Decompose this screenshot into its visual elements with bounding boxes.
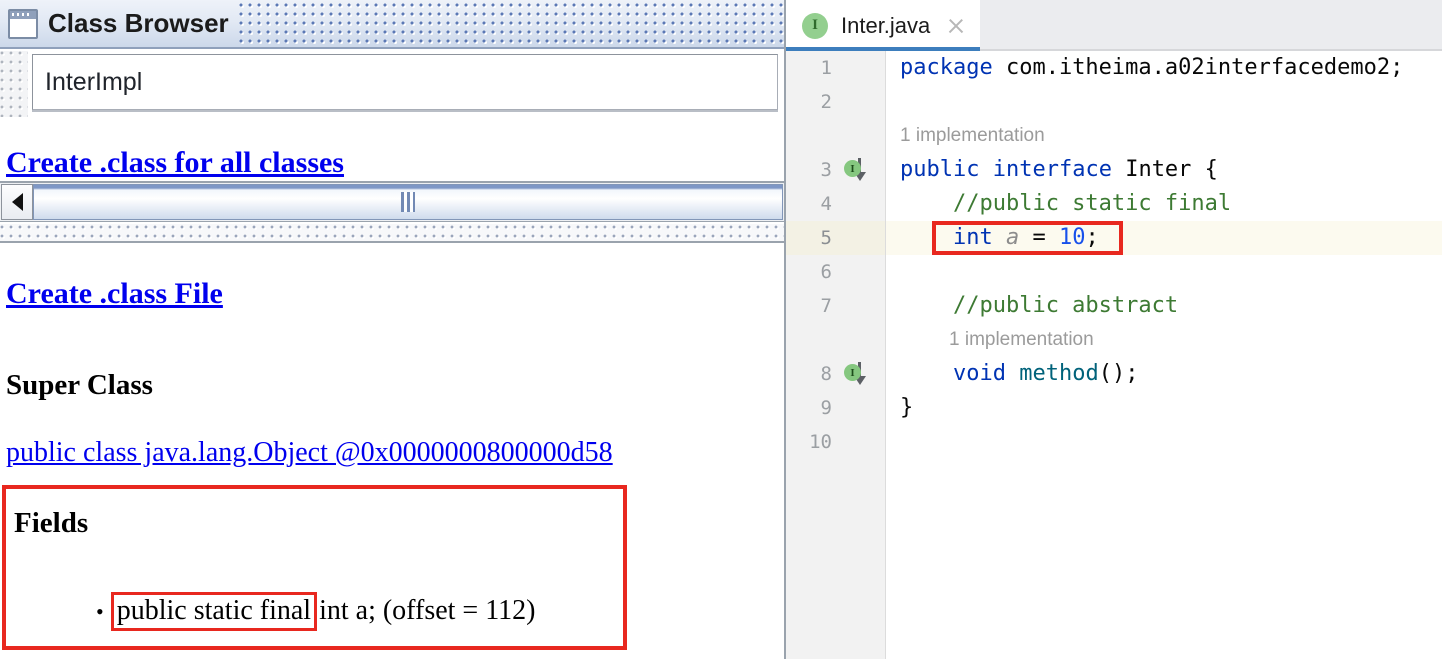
tab-inter-java[interactable]: I Inter.java [786,0,981,51]
code-line-6[interactable] [886,255,1442,289]
code-token: package [900,55,993,80]
code-token: method [1019,361,1099,386]
code-token: 10 [1058,225,1086,250]
gutter-spacer [786,323,885,357]
create-class-file-link[interactable]: Create .class File [6,277,223,311]
gutter-line-10[interactable]: 10 [786,425,885,459]
horizontal-scrollbar[interactable] [0,181,784,222]
toolbar-grip-handle[interactable] [0,51,28,117]
gutter-line-6[interactable]: 6 [786,255,885,289]
code-line-8[interactable]: void method(); [886,357,1442,391]
gutter-line-2[interactable]: 2 [786,85,885,119]
super-class-heading: Super Class [6,369,153,401]
editor-gutter[interactable]: 1 2 3 I 4 5 6 7 8 I 9 10 [786,51,886,659]
gutter-line-9[interactable]: 9 [786,391,885,425]
code-line-7[interactable]: //public abstract [886,289,1442,323]
scrollbar-track[interactable] [33,184,783,220]
fields-annotation-box: Fields • public static final int a; (off… [2,485,627,650]
fields-heading: Fields [14,507,89,539]
code-token: int [952,225,993,250]
gutter-line-7[interactable]: 7 [786,289,885,323]
code-token: } [900,395,914,420]
field-declaration-rest: int a; (offset = 112) [319,595,536,626]
line-number: 6 [820,261,832,283]
code-editor-panel: I Inter.java 1 2 3 I 4 5 6 7 8 I 9 10 package com.i… [786,0,1442,659]
line-number: 1 [820,57,832,79]
inlay-hint-implementation[interactable]: 1 implementation [886,323,1442,357]
scrollbar-thumb[interactable] [33,184,783,220]
line-number: 2 [820,91,832,113]
implemented-marker-icon[interactable]: I [844,157,876,183]
code-token: void [952,361,1006,386]
gutter-spacer [786,119,885,153]
inlay-hint-implementation[interactable]: 1 implementation [886,119,1442,153]
code-token: com.itheima.a02interfacedemo2; [992,55,1404,80]
gutter-line-3[interactable]: 3I [786,153,885,187]
line-number: 7 [820,295,832,317]
class-name-input[interactable]: InterImpl [32,54,778,110]
clipped-link[interactable]: Create .class for all classes [6,146,344,180]
code-line-2[interactable] [886,85,1442,119]
tab-label: Inter.java [841,12,931,38]
editor-tabbar: I Inter.java [786,0,1442,51]
super-class-link[interactable]: public class java.lang.Object @0x0000000… [6,437,613,469]
tabbar-empty-space [980,0,1442,51]
line-number: 5 [820,227,832,249]
interface-icon: I [802,12,828,39]
interface-marker-icon: I [844,364,861,381]
code-area[interactable]: package com.itheima.a02interfacedemo2; 1 … [886,51,1442,659]
code-token: public [900,157,980,182]
code-token: (); [1098,361,1139,386]
titlebar-grip-texture[interactable] [238,3,784,44]
code-line-10[interactable] [886,425,1442,459]
scroll-left-arrow-icon[interactable] [1,184,33,220]
line-number: 8 [820,363,832,385]
code-line-4[interactable]: //public static final [886,187,1442,221]
code-line-3[interactable]: public interface Inter { [886,153,1442,187]
implemented-marker-icon[interactable]: I [844,361,876,387]
code-token: //public abstract [900,293,1179,318]
line-number: 4 [820,193,832,215]
class-browser-title: Class Browser [48,8,229,38]
gutter-line-4[interactable]: 4 [786,187,885,221]
panel-divider-grip[interactable] [0,224,784,243]
class-browser-titlebar: Class Browser [0,0,784,49]
line-number: 9 [820,397,832,419]
field-modifier-highlight: public static final [110,592,318,631]
code-line-9[interactable]: } [886,391,1442,425]
app-root: Class Browser InterImpl Create .class fo… [0,0,1442,659]
code-token: a [1005,225,1020,250]
code-line-1[interactable]: package com.itheima.a02interfacedemo2; [886,51,1442,85]
code-line-5[interactable]: int a = 10; [886,221,1442,255]
gutter-line-5[interactable]: 5 [786,221,885,255]
interface-marker-icon: I [844,160,861,177]
editor-body: 1 2 3 I 4 5 6 7 8 I 9 10 package com.itheima.a02int… [786,51,1442,659]
bullet-icon: • [96,599,104,624]
class-name-field-row: InterImpl [0,51,784,117]
code-token: Inter { [1111,157,1218,182]
window-frame-icon [8,8,38,39]
code-token: //public static final [900,191,1232,216]
grip-lines-icon [401,192,415,212]
code-token: interface [992,157,1112,182]
code-token: ; [1085,225,1099,250]
field-list-item: • public static final int a; (offset = 1… [96,592,536,631]
close-icon[interactable] [946,16,966,36]
gutter-line-8[interactable]: 8I [786,357,885,391]
class-browser-panel: Class Browser InterImpl Create .class fo… [0,0,786,659]
gutter-line-1[interactable]: 1 [786,51,885,85]
line-number: 3 [820,159,832,181]
code-token: = [1019,225,1059,250]
line-number: 10 [809,431,832,453]
